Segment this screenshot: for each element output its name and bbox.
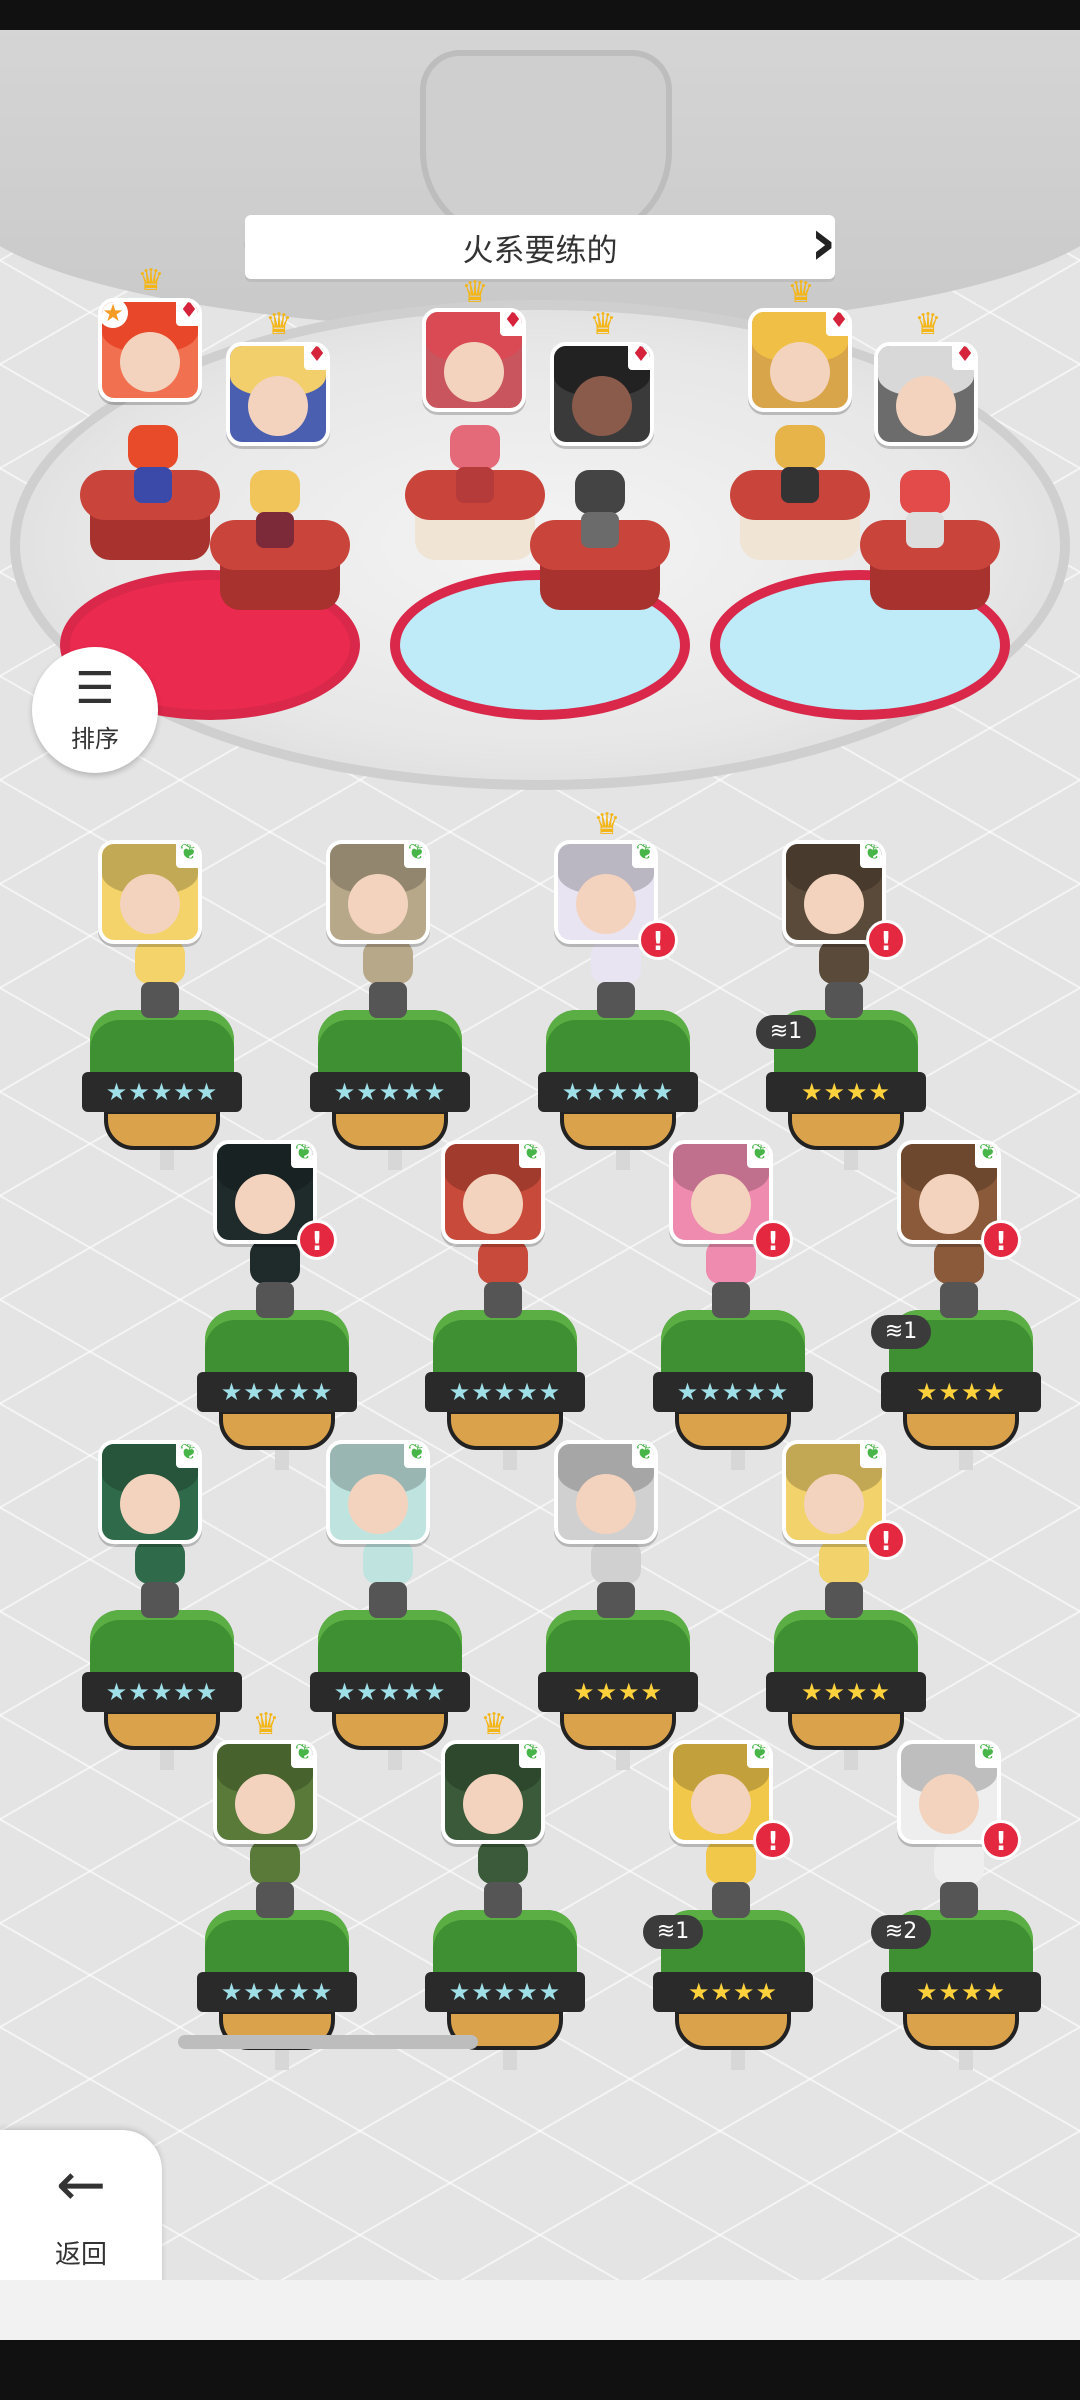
hero-sprite[interactable]	[581, 1540, 651, 1620]
hero-portrait[interactable]: ♦	[550, 342, 654, 446]
hero-sprite[interactable]	[696, 1240, 766, 1320]
crown-icon: ♛	[252, 1707, 280, 1742]
crown-icon: ♛	[589, 307, 617, 342]
scrollbar[interactable]	[178, 2035, 478, 2049]
hero-sprite[interactable]	[924, 1840, 994, 1920]
star-icon: ★	[102, 302, 128, 328]
hero-sprite[interactable]	[240, 1840, 310, 1920]
star-rating: ★★★★★	[197, 1972, 357, 2012]
sort-icon: ☰	[75, 663, 115, 714]
hero-portrait[interactable]: ❦	[441, 1740, 545, 1844]
hero-sprite[interactable]	[353, 940, 423, 1020]
crown-icon: ♛	[480, 1707, 508, 1742]
hero-portrait[interactable]: ★ ♦	[98, 298, 202, 402]
crown-icon: ♛	[265, 307, 293, 342]
hero-portrait[interactable]: ❦	[326, 840, 430, 944]
alert-badge: !	[866, 1520, 906, 1560]
formation-title-text: 火系要练的	[462, 232, 618, 269]
star-rating: ★★★★★	[82, 1072, 242, 1112]
star-rating: ★★★★	[538, 1672, 698, 1712]
level-badge: ≋2	[871, 1915, 931, 1949]
sort-button[interactable]: ☰ 排序	[32, 647, 158, 773]
star-rating: ★★★★★	[197, 1372, 357, 1412]
formation-title[interactable]: 火系要练的	[245, 215, 835, 279]
hero-portrait[interactable]: ❦	[98, 1440, 202, 1544]
star-rating: ★★★★★	[310, 1672, 470, 1712]
hero-sprite[interactable]	[809, 940, 879, 1020]
hero-sprite[interactable]	[468, 1840, 538, 1920]
app-screen: ‹ 火系要练的 › ♛ ♛ ♛ ♛ ♛ ♛ ★ ♦ ♦ ♦ ♦ ♦ ♦	[0, 30, 1080, 2340]
hero-sprite[interactable]	[809, 1540, 879, 1620]
alert-badge: !	[297, 1220, 337, 1260]
hero-portrait[interactable]: ❦	[326, 1440, 430, 1544]
alert-badge: !	[981, 1820, 1021, 1860]
star-rating: ★★★★	[653, 1972, 813, 2012]
star-rating: ★★★★★	[653, 1372, 813, 1412]
hero-portrait[interactable]: ♦	[226, 342, 330, 446]
star-rating: ★★★★★	[310, 1072, 470, 1112]
hero-sprite[interactable]	[125, 940, 195, 1020]
hero-sprite[interactable]	[240, 1240, 310, 1320]
hero-portrait[interactable]: ❦	[98, 840, 202, 944]
crown-icon: ♛	[787, 275, 815, 310]
alert-badge: !	[638, 920, 678, 960]
star-rating: ★★★★★	[82, 1672, 242, 1712]
hero-sprite[interactable]	[468, 1240, 538, 1320]
arena-emblem	[420, 50, 672, 242]
sort-label: 排序	[71, 725, 119, 753]
arrow-left-icon: ←	[55, 2150, 107, 2220]
star-rating: ★★★★	[766, 1072, 926, 1112]
hero-sprite[interactable]	[696, 1840, 766, 1920]
hero-portrait[interactable]: ♦	[748, 308, 852, 412]
hero-sprite[interactable]	[890, 470, 960, 550]
hero-sprite[interactable]	[125, 1540, 195, 1620]
star-rating: ★★★★★	[538, 1072, 698, 1112]
star-rating: ★★★★	[881, 1972, 1041, 2012]
hero-portrait[interactable]: ♦	[422, 308, 526, 412]
chevron-right-icon[interactable]: ›	[810, 211, 840, 279]
hero-portrait[interactable]: ❦	[554, 1440, 658, 1544]
crown-icon: ♛	[593, 807, 621, 842]
hero-sprite[interactable]	[240, 470, 310, 550]
bottom-bar	[0, 2280, 1080, 2340]
level-badge: ≋1	[871, 1315, 931, 1349]
alert-badge: !	[753, 1820, 793, 1860]
alert-badge: !	[753, 1220, 793, 1260]
hero-sprite[interactable]	[353, 1540, 423, 1620]
hero-portrait[interactable]: ❦	[441, 1140, 545, 1244]
star-rating: ★★★★	[881, 1372, 1041, 1412]
crown-icon: ♛	[914, 307, 942, 342]
hero-sprite[interactable]	[565, 470, 635, 550]
star-rating: ★★★★★	[425, 1972, 585, 2012]
hero-sprite[interactable]	[765, 425, 835, 505]
level-badge: ≋1	[643, 1915, 703, 1949]
hero-sprite[interactable]	[118, 425, 188, 505]
star-rating: ★★★★	[766, 1672, 926, 1712]
alert-badge: !	[981, 1220, 1021, 1260]
hero-portrait[interactable]: ♦	[874, 342, 978, 446]
crown-icon: ♛	[137, 263, 165, 298]
level-badge: ≋1	[756, 1015, 816, 1049]
alert-badge: !	[866, 920, 906, 960]
star-rating: ★★★★★	[425, 1372, 585, 1412]
hero-sprite[interactable]	[581, 940, 651, 1020]
hero-portrait[interactable]: ❦	[213, 1740, 317, 1844]
hero-sprite[interactable]	[440, 425, 510, 505]
back-label: 返回	[54, 2240, 107, 2270]
crown-icon: ♛	[461, 275, 489, 310]
hero-sprite[interactable]	[924, 1240, 994, 1320]
